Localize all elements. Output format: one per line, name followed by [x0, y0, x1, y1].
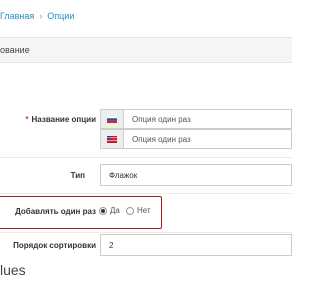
radio-selected-dot [101, 208, 105, 213]
required-marker: * [25, 115, 29, 124]
add-once-label: Добавлять один раз [15, 207, 96, 216]
russian-flag-icon [107, 115, 117, 123]
sort-order-input[interactable]: 2 [100, 234, 292, 256]
row-divider [0, 157, 292, 158]
values-heading: lues [0, 262, 26, 278]
radio-no-circle[interactable] [126, 206, 134, 215]
row-divider [0, 232, 292, 233]
breadcrumb-options-link[interactable]: Опции [47, 11, 74, 21]
row-divider [0, 193, 292, 194]
language-addon-en [100, 129, 124, 149]
option-name-input-en[interactable]: Опция один раз [123, 129, 292, 149]
language-addon-ru [100, 109, 124, 129]
section-title: ование [0, 45, 30, 55]
breadcrumb-separator: › [39, 11, 43, 21]
option-name-label: * Название опции [25, 115, 96, 124]
english-flag-icon [107, 135, 117, 143]
breadcrumb: Главная › Опции [0, 8, 74, 24]
option-name-input-ru[interactable]: Опция один раз [123, 109, 292, 129]
option-name-label-text: Название опции [31, 115, 96, 124]
type-label: Тип [70, 171, 85, 180]
radio-yes[interactable]: Да [99, 206, 120, 215]
radio-no-label: Нет [137, 206, 151, 215]
sort-order-label: Порядок сортировки [13, 241, 96, 250]
radio-yes-label: Да [110, 206, 120, 215]
radio-yes-circle[interactable] [99, 206, 107, 215]
breadcrumb-home-link[interactable]: Главная [0, 11, 34, 21]
type-select[interactable]: Флажок [100, 164, 292, 186]
section-header: ование [0, 37, 292, 63]
radio-no[interactable]: Нет [126, 206, 151, 215]
